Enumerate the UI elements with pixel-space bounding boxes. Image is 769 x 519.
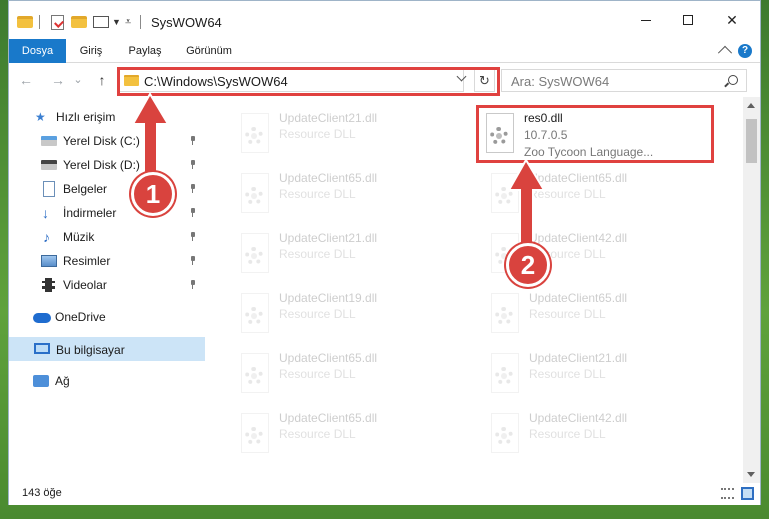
annotation-arrows bbox=[131, 92, 546, 247]
arrow-up-icon bbox=[507, 158, 546, 247]
step-2-badge: 2 bbox=[506, 243, 550, 287]
arrow-up-icon bbox=[131, 92, 170, 179]
step-1-badge: 1 bbox=[131, 172, 175, 216]
